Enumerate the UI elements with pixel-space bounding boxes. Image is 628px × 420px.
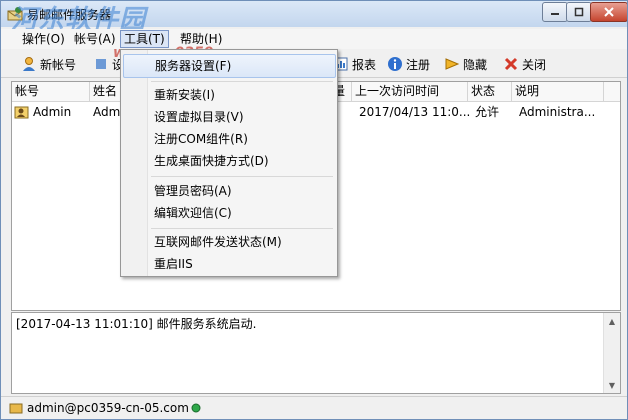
mail-status-icon <box>9 403 23 414</box>
col-status[interactable]: 状态 <box>468 82 512 101</box>
register-label: 注册 <box>406 57 431 72</box>
menu-operate[interactable]: 操作(O) <box>19 31 68 47</box>
menu-separator <box>151 176 333 177</box>
menu-item-server-settings[interactable]: 服务器设置(F) <box>123 54 336 78</box>
cell-status: 允许 <box>475 105 500 119</box>
close-window-button[interactable] <box>590 2 627 22</box>
menu-separator <box>151 81 333 82</box>
maximize-icon <box>574 7 584 17</box>
menu-icon-strip <box>121 50 148 276</box>
minimize-icon <box>551 13 559 15</box>
menu-item-admin-password[interactable]: 管理员密码(A) <box>154 180 332 202</box>
settings-icon <box>96 59 106 69</box>
new-user-icon <box>23 57 35 71</box>
menu-item-virtual-directory[interactable]: 设置虚拟目录(V) <box>154 106 332 128</box>
status-email: admin@pc0359-cn-05.com <box>27 401 189 415</box>
scroll-down-icon[interactable]: ▼ <box>604 377 620 393</box>
user-account-icon <box>14 106 29 119</box>
log-line: [2017-04-13 11:01:10] 邮件服务系统启动. <box>16 317 257 331</box>
menu-bar: 操作(O) 帐号(A) 工具(T) 帮助(H) <box>1 29 627 49</box>
cell-account: Admin <box>33 105 72 119</box>
minimize-button[interactable] <box>542 2 568 22</box>
log-scrollbar[interactable]: ▲ ▼ <box>603 313 620 393</box>
report-button[interactable]: 报表 <box>333 54 376 74</box>
menu-item-restart-iis[interactable]: 重启IIS <box>154 253 332 275</box>
close-x-icon <box>504 57 518 71</box>
hide-label: 隐藏 <box>463 57 488 72</box>
tools-dropdown-menu: 服务器设置(F) 重新安装(I) 设置虚拟目录(V) 注册COM组件(R) 生成… <box>120 49 338 277</box>
menu-item-desktop-shortcut[interactable]: 生成桌面快捷方式(D) <box>154 150 332 172</box>
menu-item-send-status[interactable]: 互联网邮件发送状态(M) <box>154 231 332 253</box>
cell-description: Administra... <box>519 105 596 119</box>
close-label: 关闭 <box>522 57 547 72</box>
info-icon <box>388 57 402 71</box>
report-label: 报表 <box>352 57 377 72</box>
new-account-label: 新帐号 <box>40 57 77 72</box>
cell-last-access: 2017/04/13 11:0... <box>359 105 471 119</box>
menu-item-register-com[interactable]: 注册COM组件(R) <box>154 128 332 150</box>
col-account[interactable]: 帐号 <box>12 82 90 101</box>
menu-separator <box>151 228 333 229</box>
log-panel[interactable]: [2017-04-13 11:01:10] 邮件服务系统启动. ▲ ▼ <box>11 312 621 394</box>
maximize-button[interactable] <box>566 2 592 22</box>
col-last-access[interactable]: 上一次访问时间 <box>352 82 468 101</box>
menu-item-welcome-letter[interactable]: 编辑欢迎信(C) <box>154 202 332 224</box>
close-button[interactable]: 关闭 <box>503 54 546 74</box>
register-button[interactable]: 注册 <box>387 54 430 74</box>
col-description[interactable]: 说明 <box>512 82 604 101</box>
title-bar[interactable]: 易邮邮件服务器 河东软件园 <box>1 1 627 35</box>
menu-item-reinstall[interactable]: 重新安装(I) <box>154 84 332 106</box>
hide-button[interactable]: 隐藏 <box>444 54 487 74</box>
menu-account[interactable]: 帐号(A) <box>71 31 119 47</box>
new-account-button[interactable]: 新帐号 <box>21 54 76 74</box>
scroll-up-icon[interactable]: ▲ <box>604 313 620 329</box>
main-window: 易邮邮件服务器 河东软件园 操作(O) 帐号(A) 工具(T) 帮助(H) 新帐… <box>0 0 628 420</box>
status-bar: admin@pc0359-cn-05.com <box>1 396 627 419</box>
hide-arrow-icon <box>445 58 460 70</box>
online-indicator-icon <box>191 403 201 413</box>
close-icon <box>604 7 614 17</box>
